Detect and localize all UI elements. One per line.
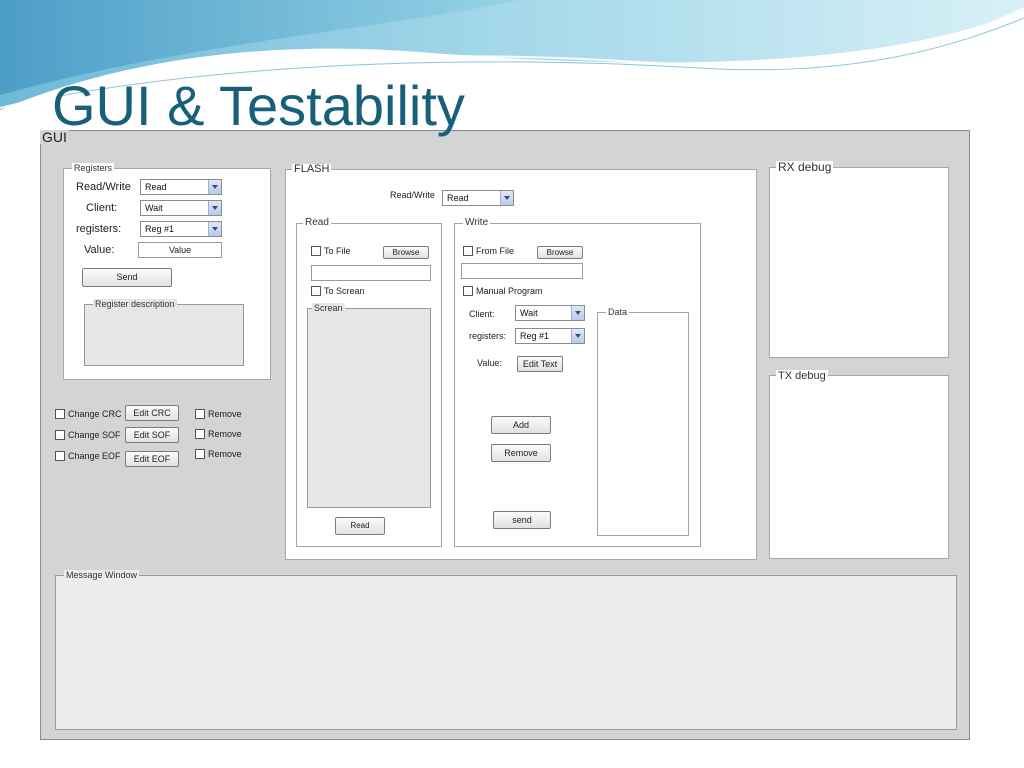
registers-select-value: Reg #1	[145, 224, 175, 234]
write-registers-select-value: Reg #1	[520, 331, 550, 341]
from-file-label: From File	[476, 246, 514, 256]
remove-sof-label: Remove	[208, 429, 242, 439]
app-window: GUI Registers Read/Write Read Client: Wa…	[40, 130, 970, 740]
read-section: Read To File Browse To Screan Screan Rea…	[296, 218, 442, 547]
edit-sof-button[interactable]: Edit SOF	[125, 427, 179, 443]
register-description-box: Register description	[84, 299, 244, 366]
registers-legend: Registers	[72, 163, 115, 173]
chevron-down-icon	[500, 191, 513, 205]
write-client-select-value: Wait	[520, 308, 538, 318]
data-box: Data	[597, 307, 689, 536]
flash-legend: FLASH	[292, 163, 332, 175]
flash-read-write-select-value: Read	[447, 193, 469, 203]
send-button[interactable]: Send	[82, 268, 172, 287]
read-button[interactable]: Read	[335, 517, 385, 535]
data-legend: Data	[606, 307, 630, 317]
manual-program-checkbox[interactable]	[463, 286, 473, 296]
registers-label: registers:	[76, 223, 122, 235]
change-eof-label: Change EOF	[68, 451, 121, 461]
to-screen-label: To Screan	[324, 286, 365, 296]
edit-eof-button[interactable]: Edit EOF	[125, 451, 179, 467]
to-screen-checkbox[interactable]	[311, 286, 321, 296]
write-file-path-input[interactable]	[461, 263, 583, 279]
client-select[interactable]: Wait	[140, 200, 222, 216]
slide-title: GUI & Testability	[52, 74, 465, 137]
to-file-label: To File	[324, 246, 351, 256]
read-write-select-value: Read	[145, 182, 167, 192]
read-file-path-input[interactable]	[311, 265, 431, 281]
write-client-select[interactable]: Wait	[515, 305, 585, 321]
remove-crc-label: Remove	[208, 409, 242, 419]
chevron-down-icon	[208, 201, 221, 215]
remove-crc-checkbox[interactable]	[195, 409, 205, 419]
chevron-down-icon	[571, 329, 584, 343]
registers-panel: Registers Read/Write Read Client: Wait r…	[63, 163, 271, 380]
read-write-label: Read/Write	[76, 181, 131, 193]
screen-output-box: Screan	[307, 303, 431, 508]
flash-read-write-select[interactable]: Read	[442, 190, 514, 206]
value-label: Value:	[84, 244, 115, 256]
message-window: Message Window	[55, 570, 957, 730]
from-file-checkbox[interactable]	[463, 246, 473, 256]
write-value-label: Value:	[477, 358, 502, 368]
write-registers-select[interactable]: Reg #1	[515, 328, 585, 344]
chevron-down-icon	[208, 222, 221, 236]
write-client-label: Client:	[469, 309, 495, 319]
remove-sof-checkbox[interactable]	[195, 429, 205, 439]
register-description-legend: Register description	[93, 299, 177, 309]
remove-eof-checkbox[interactable]	[195, 449, 205, 459]
flash-read-write-label: Read/Write	[390, 190, 435, 200]
tx-debug-legend: TX debug	[776, 370, 828, 382]
remove-eof-label: Remove	[208, 449, 242, 459]
tx-debug-panel: TX debug	[769, 370, 949, 559]
read-write-select[interactable]: Read	[140, 179, 222, 195]
change-sof-checkbox[interactable]	[55, 430, 65, 440]
add-button[interactable]: Add	[491, 416, 551, 434]
write-registers-label: registers:	[469, 331, 507, 341]
chevron-down-icon	[571, 306, 584, 320]
read-browse-button[interactable]: Browse	[383, 246, 429, 259]
client-label: Client:	[86, 202, 118, 214]
chevron-down-icon	[208, 180, 221, 194]
manual-program-label: Manual Program	[476, 286, 543, 296]
rx-debug-panel: RX debug	[769, 161, 949, 358]
screen-legend: Screan	[312, 303, 345, 313]
rx-debug-legend: RX debug	[776, 160, 834, 174]
read-legend: Read	[303, 217, 331, 228]
change-eof-checkbox[interactable]	[55, 451, 65, 461]
remove-button[interactable]: Remove	[491, 444, 551, 462]
write-section: Write From File Browse Manual Program Cl…	[454, 218, 701, 547]
change-sof-label: Change SOF	[68, 430, 121, 440]
edit-crc-button[interactable]: Edit CRC	[125, 405, 179, 421]
write-browse-button[interactable]: Browse	[537, 246, 583, 259]
change-crc-checkbox[interactable]	[55, 409, 65, 419]
write-legend: Write	[463, 217, 491, 228]
message-window-legend: Message Window	[64, 570, 140, 580]
client-select-value: Wait	[145, 203, 163, 213]
to-file-checkbox[interactable]	[311, 246, 321, 256]
edit-text-button[interactable]: Edit Text	[517, 356, 563, 372]
value-field[interactable]: Value	[138, 242, 222, 258]
registers-select[interactable]: Reg #1	[140, 221, 222, 237]
change-crc-label: Change CRC	[68, 409, 122, 419]
flash-panel: FLASH Read/Write Read Read To File Brows…	[285, 164, 757, 560]
write-send-button[interactable]: send	[493, 511, 551, 529]
